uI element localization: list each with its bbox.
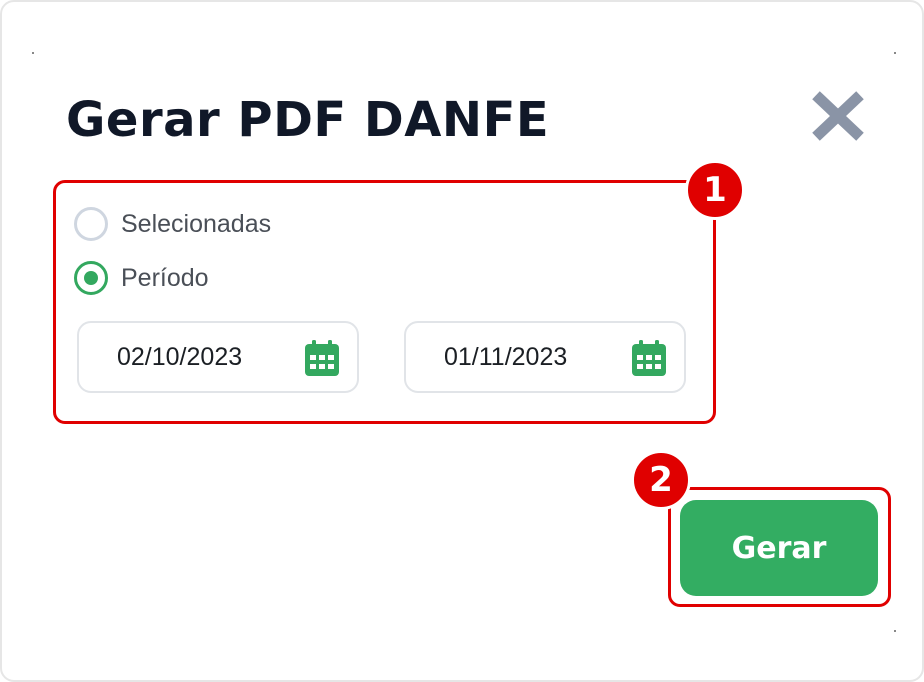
radio-selecionadas-circle[interactable] <box>74 207 108 241</box>
calendar-icon[interactable] <box>632 340 666 376</box>
corner-dot <box>894 630 896 632</box>
start-date-value: 02/10/2023 <box>117 343 243 371</box>
radio-periodo-circle[interactable] <box>74 261 108 295</box>
corner-dot <box>32 52 34 54</box>
radio-periodo[interactable]: Período <box>74 261 209 295</box>
radio-periodo-label: Período <box>121 263 209 292</box>
generate-pdf-dialog: Gerar PDF DANFE Selecionadas Período 02/… <box>0 0 924 682</box>
radio-selecionadas[interactable]: Selecionadas <box>74 207 271 241</box>
calendar-icon[interactable] <box>305 340 339 376</box>
step-badge-2: 2 <box>631 450 691 510</box>
corner-dot <box>894 52 896 54</box>
generate-button[interactable]: Gerar <box>680 500 878 596</box>
dialog-title: Gerar PDF DANFE <box>66 92 550 148</box>
close-icon[interactable] <box>810 90 866 142</box>
end-date-input[interactable]: 01/11/2023 <box>404 321 686 393</box>
end-date-value: 01/11/2023 <box>444 343 568 371</box>
radio-selecionadas-label: Selecionadas <box>121 209 272 238</box>
step-badge-1: 1 <box>685 160 745 220</box>
start-date-input[interactable]: 02/10/2023 <box>77 321 359 393</box>
